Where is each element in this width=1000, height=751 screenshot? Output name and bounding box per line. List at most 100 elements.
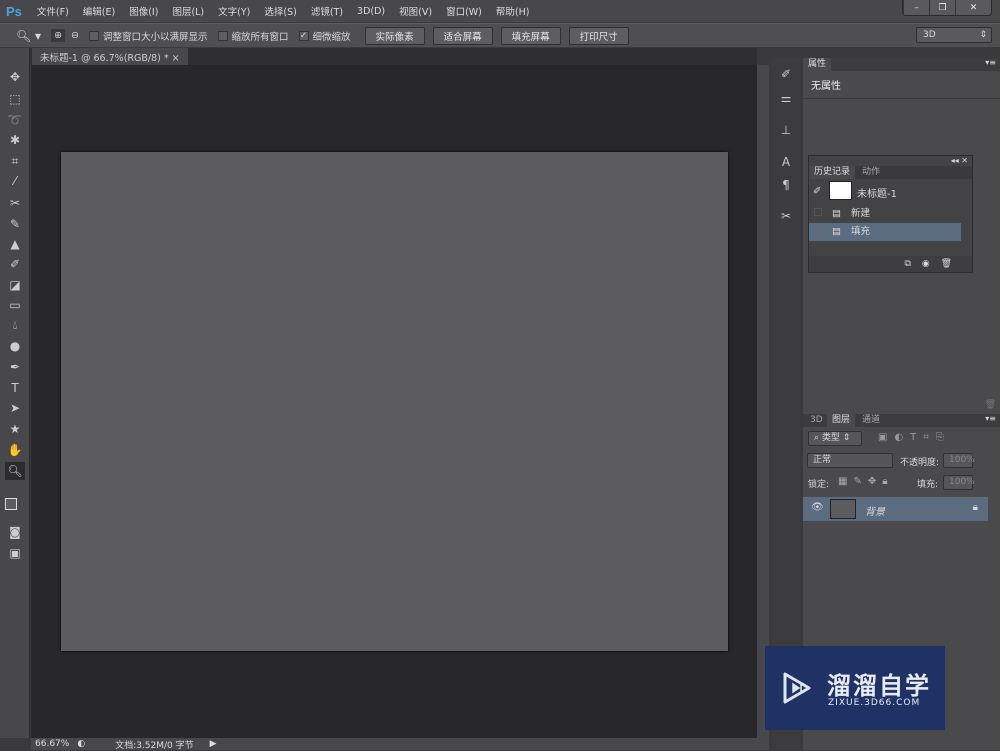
- marquee-tool-icon[interactable]: ⬚: [5, 90, 25, 108]
- tool-presets-icon[interactable]: ✂: [776, 206, 796, 226]
- history-item-label: 填充: [850, 226, 870, 237]
- history-brush-source-icon[interactable]: ✐: [813, 186, 821, 197]
- zoom-all-checkbox[interactable]: [217, 30, 228, 41]
- watermark-title: 溜溜自学: [827, 672, 931, 700]
- minimize-button[interactable]: –: [903, 0, 929, 15]
- menu-view[interactable]: 视图(V): [392, 4, 439, 18]
- history-brush-tool-icon[interactable]: ✐: [5, 255, 25, 273]
- panel-menu-icon[interactable]: ▾≡: [985, 414, 996, 423]
- history-item-selected[interactable]: ▤ 填充: [809, 223, 961, 241]
- fill-screen-button[interactable]: 填充屏幕: [500, 26, 561, 45]
- dodge-tool-icon[interactable]: ●: [5, 337, 25, 355]
- blur-tool-icon[interactable]: 💧︎: [5, 316, 25, 334]
- menu-filter[interactable]: 滤镜(T): [304, 4, 350, 18]
- status-bar: 66.67% ◐ 文档:3.52M/0 字节 ▶: [31, 738, 757, 751]
- quick-mask-icon[interactable]: ◙: [5, 523, 25, 541]
- brush-settings-icon[interactable]: ⚌: [776, 88, 796, 108]
- tab-channels[interactable]: 通道: [857, 414, 885, 427]
- print-size-button[interactable]: 打印尺寸: [568, 26, 629, 45]
- eye-icon[interactable]: 👁︎: [811, 502, 824, 513]
- tab-actions[interactable]: 动作: [857, 166, 885, 179]
- foreground-color-swatch[interactable]: [5, 498, 17, 510]
- workspace-select[interactable]: 3D ⇕: [916, 27, 992, 43]
- eyedropper-tool-icon[interactable]: ⁄: [5, 172, 25, 190]
- fill-input[interactable]: 100%: [943, 475, 975, 490]
- filter-icons[interactable]: ▣◐T⌗⎘: [878, 432, 951, 443]
- crop-tool-icon[interactable]: ⌗: [5, 152, 25, 170]
- lock-icon: 🔒︎: [972, 502, 978, 513]
- scrubby-zoom-checkbox[interactable]: ✓: [298, 30, 309, 41]
- tab-layers[interactable]: 图层: [827, 414, 856, 427]
- document-tab[interactable]: 未标题-1 @ 66.7%(RGB/8) * ×: [32, 48, 188, 65]
- eraser-tool-icon[interactable]: ◪: [5, 276, 25, 294]
- close-button[interactable]: ✕: [955, 0, 991, 15]
- screen-mode-icon[interactable]: ▣: [5, 544, 25, 562]
- menu-window[interactable]: 窗口(W): [439, 4, 489, 18]
- zoom-out-icon[interactable]: ⊖: [71, 30, 79, 41]
- zoom-tool-icon[interactable]: 🔍︎: [5, 462, 25, 480]
- restore-button[interactable]: ❐: [929, 0, 955, 15]
- chevron-updown-icon: ⇕: [979, 30, 987, 40]
- menu-help[interactable]: 帮助(H): [489, 4, 537, 18]
- layer-name[interactable]: 背景: [865, 503, 885, 518]
- menu-3d[interactable]: 3D(D): [350, 6, 392, 17]
- tab-3d[interactable]: 3D: [805, 414, 828, 427]
- zoom-in-icon[interactable]: ⊕: [51, 29, 66, 42]
- paragraph-icon[interactable]: ¶: [776, 175, 796, 195]
- collapse-close-icons[interactable]: ◂◂ ✕: [951, 156, 968, 165]
- type-tool-icon[interactable]: T: [5, 379, 25, 397]
- tools-panel: ✥ ⬚ ➰ ✱ ⌗ ⁄ ✂ ✎ ▲ ✐ ◪ ▭ 💧︎ ● ✒ T ➤ ★ ✋ 🔍…: [0, 48, 30, 738]
- gradient-tool-icon[interactable]: ▭: [5, 296, 25, 314]
- path-select-tool-icon[interactable]: ➤: [5, 399, 25, 417]
- options-bar: 🔍︎ ▾ ⊕ ⊖ 调整窗口大小以满屏显示 缩放所有窗口 ✓ 细微缩放 实际像素 适…: [0, 23, 1000, 47]
- menu-layer[interactable]: 图层(L): [165, 4, 211, 18]
- watermark-url: ZIXUE.3D66.COM: [828, 698, 921, 708]
- zoom-level[interactable]: 66.67%: [35, 739, 69, 749]
- brush-presets-icon[interactable]: ✐: [776, 64, 796, 84]
- clone-source-icon[interactable]: ⊥: [776, 120, 796, 140]
- menu-select[interactable]: 选择(S): [257, 4, 303, 18]
- lock-icons[interactable]: ▦✎✥🔒︎: [838, 476, 894, 487]
- healing-tool-icon[interactable]: ✂: [5, 194, 25, 212]
- tab-history[interactable]: 历史记录: [809, 166, 856, 179]
- menu-file[interactable]: 文件(F): [30, 4, 76, 18]
- move-tool-icon[interactable]: ✥: [5, 68, 25, 86]
- shape-tool-icon[interactable]: ★: [5, 420, 25, 438]
- status-info-icon[interactable]: ◐: [77, 739, 85, 749]
- stamp-tool-icon[interactable]: ▲: [5, 235, 25, 253]
- tab-properties[interactable]: 属性: [803, 58, 832, 71]
- brush-tool-icon[interactable]: ✎: [5, 215, 25, 233]
- history-panel: ◂◂ ✕ 历史记录 动作 ✐ 未标题-1 ▤ 新建 ▤ 填充 ⧉ ◉ 🗑︎: [808, 155, 973, 273]
- menu-image[interactable]: 图像(I): [122, 4, 165, 18]
- actual-pixels-button[interactable]: 实际像素: [364, 26, 425, 45]
- layer-filter-select[interactable]: ⌕ 类型 ⇕: [808, 431, 862, 446]
- workspace-value: 3D: [923, 30, 936, 40]
- menu-bar: Ps 文件(F) 编辑(E) 图像(I) 图层(L) 文字(Y) 选择(S) 滤…: [0, 0, 1000, 22]
- snapshot-label[interactable]: 未标题-1: [857, 185, 897, 200]
- fit-screen-button[interactable]: 适合屏幕: [432, 26, 493, 45]
- magic-wand-tool-icon[interactable]: ✱: [5, 131, 25, 149]
- status-menu-arrow-icon[interactable]: ▶: [210, 739, 217, 749]
- close-tab-icon[interactable]: ×: [172, 53, 180, 64]
- history-item[interactable]: ▤ 新建: [809, 205, 961, 223]
- history-state-icon: ▤: [832, 208, 841, 219]
- character-icon[interactable]: A: [776, 152, 796, 172]
- panel-menu-icon[interactable]: ▾≡: [985, 58, 996, 67]
- canvas[interactable]: [61, 152, 728, 651]
- menu-type[interactable]: 文字(Y): [211, 4, 257, 18]
- delete-icon[interactable]: 🗑︎: [985, 400, 996, 410]
- blend-mode-select[interactable]: 正常: [807, 453, 893, 468]
- menu-edit[interactable]: 编辑(E): [76, 4, 122, 18]
- opacity-input[interactable]: 100%: [943, 453, 975, 468]
- new-snapshot-icon[interactable]: ◉: [922, 259, 930, 269]
- delete-state-icon[interactable]: 🗑︎: [941, 259, 952, 269]
- hand-tool-icon[interactable]: ✋: [5, 441, 25, 459]
- snapshot-thumbnail[interactable]: [829, 181, 852, 200]
- opacity-label: 不透明度:: [900, 458, 940, 468]
- new-document-from-state-icon[interactable]: ⧉: [905, 259, 911, 269]
- pen-tool-icon[interactable]: ✒: [5, 358, 25, 376]
- layer-row[interactable]: 👁︎ 背景 🔒︎: [803, 497, 988, 521]
- zoom-tool-preset-icon[interactable]: 🔍︎ ▾: [16, 29, 41, 43]
- lasso-tool-icon[interactable]: ➰: [5, 111, 25, 129]
- resize-windows-checkbox[interactable]: [89, 30, 100, 41]
